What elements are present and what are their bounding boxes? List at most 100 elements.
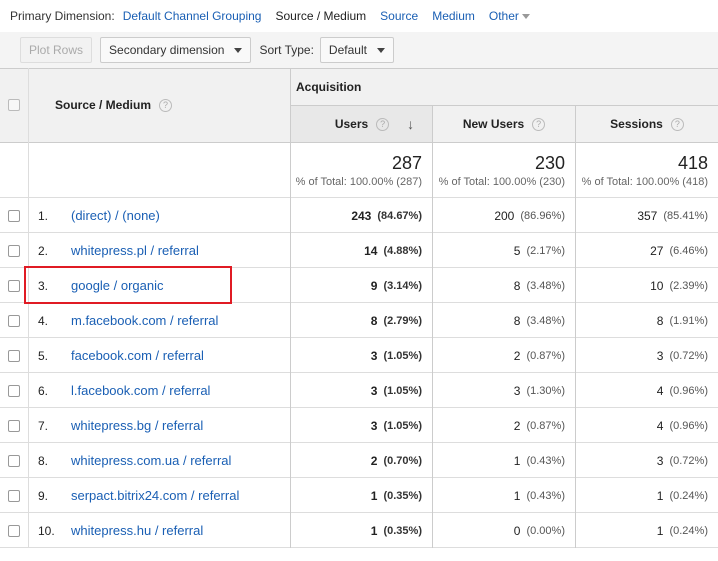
row-checkbox-cell: [0, 338, 28, 373]
new-users-pct: (0.43%): [526, 454, 565, 467]
table-row: 10. whitepress.hu / referral 1 (0.35%) 0…: [0, 513, 718, 548]
row-checkbox[interactable]: [8, 279, 20, 292]
help-icon[interactable]: ?: [159, 98, 173, 112]
help-icon[interactable]: ?: [670, 117, 684, 131]
chevron-down-icon: [234, 47, 243, 53]
sessions-cell: 4 (0.96%): [576, 373, 718, 408]
row-checkbox[interactable]: [8, 244, 20, 257]
row-checkbox[interactable]: [8, 454, 20, 467]
highlight-box: [24, 266, 232, 304]
row-checkbox[interactable]: [8, 209, 20, 222]
table-row: 5. facebook.com / referral 3 (1.05%) 2 (…: [0, 338, 718, 373]
sessions-value: 1: [656, 523, 664, 538]
new-users-cell: 0 (0.00%): [433, 513, 575, 548]
chevron-down-icon: [521, 14, 530, 20]
dimension-option-other[interactable]: Other: [489, 9, 530, 23]
total-new-users-value: 230: [534, 152, 565, 173]
row-checkbox[interactable]: [8, 419, 20, 432]
row-checkbox[interactable]: [8, 349, 20, 362]
users-value: 243: [351, 208, 372, 223]
dimension-option-default-channel-grouping[interactable]: Default Channel Grouping: [123, 9, 262, 23]
new-users-value: 8: [513, 313, 521, 328]
row-source-cell: whitepress.com.ua / referral: [71, 443, 286, 478]
users-cell: 14 (4.88%): [290, 233, 432, 268]
total-sessions-sub: % of Total: 100.00% (418): [581, 175, 708, 188]
source-medium-link[interactable]: whitepress.bg / referral: [71, 418, 203, 433]
row-rank-cell: 10.: [38, 513, 66, 548]
source-medium-link[interactable]: whitepress.hu / referral: [71, 523, 203, 538]
new-users-value: 200: [494, 208, 515, 223]
dimension-option-other-label: Other: [488, 9, 519, 23]
column-header-users[interactable]: Users ? ↓: [291, 106, 432, 142]
sessions-pct: (0.96%): [669, 419, 708, 432]
users-value: 3: [370, 348, 378, 363]
users-pct: (1.05%): [383, 384, 422, 397]
total-new-users: 230 % of Total: 100.00% (230): [433, 143, 575, 197]
dimension-header[interactable]: Source / Medium ?: [55, 68, 285, 142]
sessions-cell: 1 (0.24%): [576, 478, 718, 513]
primary-dimension-label: Primary Dimension:: [10, 9, 115, 23]
users-pct: (2.79%): [383, 314, 422, 327]
row-checkbox[interactable]: [8, 524, 20, 537]
new-users-value: 2: [513, 418, 521, 433]
sessions-value: 4: [656, 383, 664, 398]
users-value: 9: [370, 278, 378, 293]
dimension-option-medium[interactable]: Medium: [432, 9, 475, 23]
users-pct: (0.70%): [383, 454, 422, 467]
row-checkbox[interactable]: [8, 314, 20, 327]
total-users-sub: % of Total: 100.00% (287): [295, 175, 422, 188]
sessions-value: 27: [650, 243, 664, 258]
column-header-new-users[interactable]: New Users ?: [433, 106, 575, 142]
row-rank: 9.: [38, 488, 49, 503]
source-medium-link[interactable]: l.facebook.com / referral: [71, 383, 210, 398]
new-users-cell: 5 (2.17%): [433, 233, 575, 268]
source-medium-link[interactable]: (direct) / (none): [71, 208, 160, 223]
sessions-value: 10: [650, 278, 664, 293]
users-pct: (0.35%): [383, 489, 422, 502]
column-header-sessions[interactable]: Sessions ?: [576, 106, 718, 142]
row-checkbox-cell: [0, 513, 28, 548]
select-all-checkbox[interactable]: [8, 99, 20, 111]
row-rank-cell: 2.: [38, 233, 66, 268]
new-users-value: 2: [513, 348, 521, 363]
select-all-cell: [0, 68, 28, 142]
users-pct: (84.67%): [377, 209, 422, 222]
new-users-pct: (2.17%): [526, 244, 565, 257]
users-pct: (3.14%): [383, 279, 422, 292]
chevron-down-icon: [376, 47, 385, 53]
new-users-cell: 200 (86.96%): [433, 198, 575, 233]
sort-descending-icon: ↓: [407, 116, 415, 132]
plot-rows-button[interactable]: Plot Rows: [20, 37, 93, 63]
row-source-cell: (direct) / (none): [71, 198, 286, 233]
source-medium-link[interactable]: facebook.com / referral: [71, 348, 204, 363]
source-medium-link[interactable]: whitepress.pl / referral: [71, 243, 199, 258]
sessions-cell: 4 (0.96%): [576, 408, 718, 443]
sessions-value: 1: [656, 488, 664, 503]
new-users-value: 1: [513, 453, 521, 468]
help-icon[interactable]: ?: [376, 117, 390, 131]
row-rank: 10.: [38, 523, 55, 538]
source-medium-link[interactable]: m.facebook.com / referral: [71, 313, 218, 328]
row-checkbox[interactable]: [8, 384, 20, 397]
row-source-cell: whitepress.pl / referral: [71, 233, 286, 268]
dimension-option-source[interactable]: Source: [380, 9, 418, 23]
users-cell: 2 (0.70%): [290, 443, 432, 478]
source-medium-link[interactable]: serpact.bitrix24.com / referral: [71, 488, 239, 503]
sessions-cell: 3 (0.72%): [576, 338, 718, 373]
total-sessions-value: 418: [677, 152, 708, 173]
row-checkbox[interactable]: [8, 489, 20, 502]
sessions-cell: 357 (85.41%): [576, 198, 718, 233]
acquisition-group-label: Acquisition: [296, 79, 362, 94]
row-rank: 2.: [38, 243, 49, 258]
sessions-value: 8: [656, 313, 664, 328]
row-checkbox-cell: [0, 373, 28, 408]
source-medium-link[interactable]: whitepress.com.ua / referral: [71, 453, 231, 468]
row-source-cell: facebook.com / referral: [71, 338, 286, 373]
new-users-pct: (3.48%): [526, 314, 565, 327]
new-users-value: 3: [513, 383, 521, 398]
secondary-dimension-label: Secondary dimension: [109, 43, 225, 57]
row-rank-cell: 6.: [38, 373, 66, 408]
help-icon[interactable]: ?: [532, 117, 546, 131]
sort-type-dropdown[interactable]: Default: [319, 37, 394, 63]
secondary-dimension-dropdown[interactable]: Secondary dimension: [100, 37, 252, 63]
